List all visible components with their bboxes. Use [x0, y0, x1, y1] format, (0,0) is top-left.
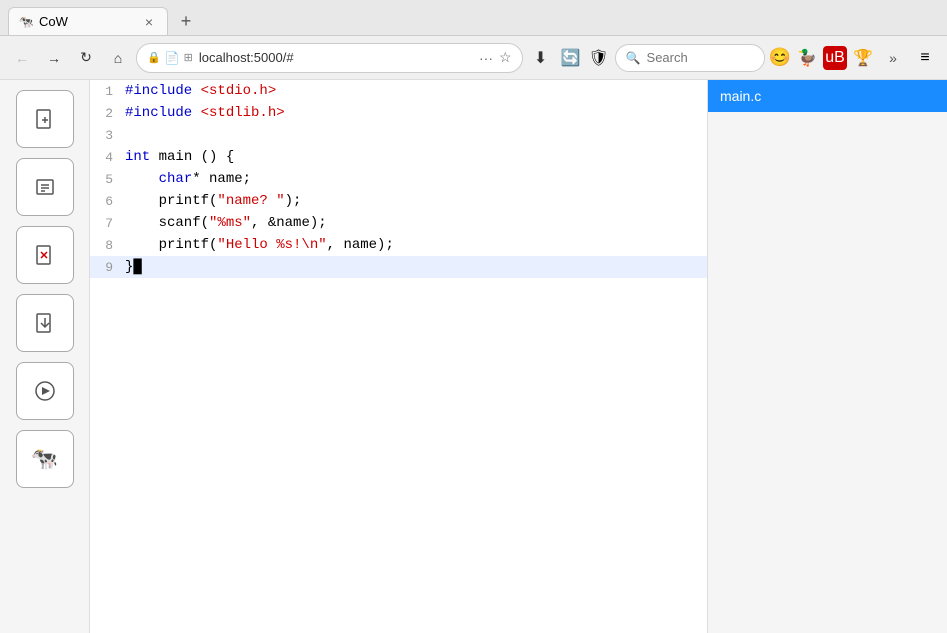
sidebar: 🐄 — [0, 80, 90, 633]
tab-title: CoW — [39, 14, 135, 29]
tab-close-button[interactable]: × — [141, 14, 157, 30]
shield-button[interactable]: 🛡 — [587, 46, 611, 70]
line-number-3: 3 — [90, 128, 125, 143]
duckduckgo-icon[interactable]: 🦆 — [795, 46, 819, 70]
bookmark-button[interactable]: ☆ — [499, 49, 512, 66]
code-line-8: 8 printf("Hello %s!\n", name); — [90, 234, 707, 256]
address-more-button[interactable]: ··· — [479, 50, 493, 66]
line-content-7: scanf("%ms", &name); — [125, 215, 707, 231]
grid-icon: ⊞ — [184, 51, 193, 64]
code-line-5: 5 char* name; — [90, 168, 707, 190]
close-file-button[interactable] — [16, 226, 74, 284]
code-line-9: 9 }█ — [90, 256, 707, 278]
address-input[interactable] — [199, 50, 473, 65]
line-number-8: 8 — [90, 238, 125, 253]
firefox-sync-button[interactable]: 🔄 — [559, 46, 583, 70]
forward-button[interactable]: → — [40, 44, 68, 72]
line-content-4: int main () { — [125, 149, 707, 165]
tab-bar: 🐄 CoW × + — [0, 0, 947, 36]
line-content-2: #include <stdlib.h> — [125, 105, 707, 121]
cow-button[interactable]: 🐄 — [16, 430, 74, 488]
download-nav-button[interactable]: ⬇ — [527, 44, 555, 72]
reload-button[interactable]: ↻ — [72, 44, 100, 72]
back-button[interactable]: ← — [8, 44, 36, 72]
lock-icon: 🔒 — [147, 51, 161, 64]
line-content-8: printf("Hello %s!\n", name); — [125, 237, 707, 253]
address-security-icons: 🔒 📄 ⊞ — [147, 51, 193, 65]
line-number-6: 6 — [90, 194, 125, 209]
line-content-6: printf("name? "); — [125, 193, 707, 209]
ublockorigin-icon[interactable]: uB — [823, 46, 847, 70]
line-number-4: 4 — [90, 150, 125, 165]
code-line-2: 2 #include <stdlib.h> — [90, 102, 707, 124]
menu-button[interactable]: ≡ — [911, 44, 939, 72]
tab-favicon: 🐄 — [19, 15, 33, 29]
browser-tab[interactable]: 🐄 CoW × — [8, 7, 168, 35]
new-file-button[interactable] — [16, 90, 74, 148]
line-content-5: char* name; — [125, 171, 707, 187]
line-number-9: 9 — [90, 260, 125, 275]
editor-area[interactable]: 1 #include <stdio.h> 2 #include <stdlib.… — [90, 80, 707, 633]
code-line-3: 3 — [90, 124, 707, 146]
line-number-7: 7 — [90, 216, 125, 231]
nav-bar: ← → ↻ ⌂ 🔒 📄 ⊞ ··· ☆ ⬇ 🔄 🛡 🔍 😊 🦆 uB 🏆 » ≡ — [0, 36, 947, 80]
address-bar[interactable]: 🔒 📄 ⊞ ··· ☆ — [136, 43, 523, 73]
search-input[interactable] — [647, 50, 747, 65]
line-content-3 — [125, 127, 707, 143]
search-icon: 🔍 — [626, 51, 641, 65]
code-line-4: 4 int main () { — [90, 146, 707, 168]
emoji-button[interactable]: 😊 — [769, 47, 791, 68]
line-content-9: }█ — [125, 259, 707, 275]
line-number-2: 2 — [90, 106, 125, 121]
home-button[interactable]: ⌂ — [104, 44, 132, 72]
download-button[interactable] — [16, 294, 74, 352]
cup-icon[interactable]: 🏆 — [851, 46, 875, 70]
code-container: 1 #include <stdio.h> 2 #include <stdlib.… — [90, 80, 707, 278]
code-line-1: 1 #include <stdio.h> — [90, 80, 707, 102]
line-content-1: #include <stdio.h> — [125, 83, 707, 99]
search-bar[interactable]: 🔍 — [615, 44, 765, 72]
line-number-1: 1 — [90, 84, 125, 99]
content-area: 🐄 1 #include <stdio.h> 2 #include <stdli… — [0, 80, 947, 633]
new-tab-button[interactable]: + — [172, 7, 200, 35]
code-line-6: 6 printf("name? "); — [90, 190, 707, 212]
line-number-5: 5 — [90, 172, 125, 187]
extensions-button[interactable]: » — [879, 44, 907, 72]
code-line-7: 7 scanf("%ms", &name); — [90, 212, 707, 234]
right-panel: main.c — [707, 80, 947, 633]
open-file-button[interactable] — [16, 158, 74, 216]
run-button[interactable] — [16, 362, 74, 420]
file-tab[interactable]: main.c — [708, 80, 947, 112]
reader-icon: 📄 — [165, 51, 180, 65]
browser-window: 🐄 CoW × + ← → ↻ ⌂ 🔒 📄 ⊞ ··· ☆ ⬇ 🔄 🛡 🔍 — [0, 0, 947, 633]
